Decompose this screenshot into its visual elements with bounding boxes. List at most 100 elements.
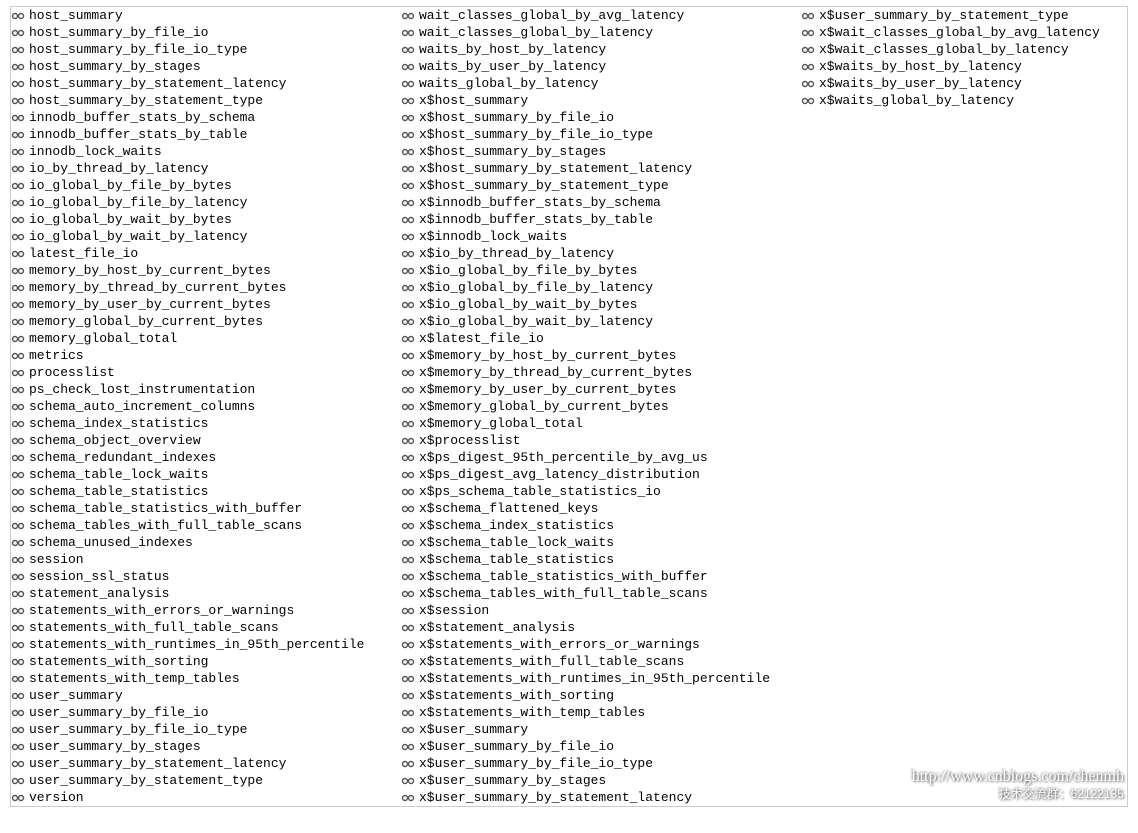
view-item[interactable]: statements_with_full_table_scans <box>11 619 393 636</box>
view-item[interactable]: x$statement_analysis <box>401 619 793 636</box>
view-item[interactable]: memory_by_host_by_current_bytes <box>11 262 393 279</box>
view-item[interactable]: user_summary_by_file_io <box>11 704 393 721</box>
view-item[interactable]: x$statements_with_runtimes_in_95th_perce… <box>401 670 793 687</box>
view-item[interactable]: memory_global_total <box>11 330 393 347</box>
view-item[interactable]: x$ps_digest_avg_latency_distribution <box>401 466 793 483</box>
view-item[interactable]: schema_redundant_indexes <box>11 449 393 466</box>
view-item[interactable]: x$statements_with_full_table_scans <box>401 653 793 670</box>
view-item[interactable]: x$statements_with_sorting <box>401 687 793 704</box>
view-item[interactable]: waits_global_by_latency <box>401 75 793 92</box>
view-item[interactable]: io_global_by_file_by_latency <box>11 194 393 211</box>
view-item[interactable]: x$host_summary_by_statement_latency <box>401 160 793 177</box>
view-item[interactable]: session_ssl_status <box>11 568 393 585</box>
view-item[interactable]: version <box>11 789 393 806</box>
view-item[interactable]: x$wait_classes_global_by_latency <box>801 41 1113 58</box>
view-item[interactable]: statements_with_runtimes_in_95th_percent… <box>11 636 393 653</box>
view-item[interactable]: host_summary_by_file_io_type <box>11 41 393 58</box>
view-item[interactable]: schema_table_statistics_with_buffer <box>11 500 393 517</box>
view-item[interactable]: x$session <box>401 602 793 619</box>
view-item[interactable]: innodb_buffer_stats_by_table <box>11 126 393 143</box>
view-item[interactable]: ps_check_lost_instrumentation <box>11 381 393 398</box>
view-item[interactable]: schema_auto_increment_columns <box>11 398 393 415</box>
view-item[interactable]: wait_classes_global_by_latency <box>401 24 793 41</box>
view-item[interactable]: x$schema_table_statistics_with_buffer <box>401 568 793 585</box>
view-item[interactable]: user_summary_by_statement_latency <box>11 755 393 772</box>
view-item[interactable]: innodb_lock_waits <box>11 143 393 160</box>
view-item[interactable]: x$host_summary_by_file_io <box>401 109 793 126</box>
view-item[interactable]: x$io_global_by_wait_by_bytes <box>401 296 793 313</box>
view-item[interactable]: schema_unused_indexes <box>11 534 393 551</box>
view-item[interactable]: schema_table_lock_waits <box>11 466 393 483</box>
view-item[interactable]: x$memory_by_host_by_current_bytes <box>401 347 793 364</box>
view-item[interactable]: x$innodb_lock_waits <box>401 228 793 245</box>
view-item[interactable]: x$schema_index_statistics <box>401 517 793 534</box>
view-item[interactable]: metrics <box>11 347 393 364</box>
view-item[interactable]: x$innodb_buffer_stats_by_schema <box>401 194 793 211</box>
view-item[interactable]: memory_global_by_current_bytes <box>11 313 393 330</box>
view-item[interactable]: x$wait_classes_global_by_avg_latency <box>801 24 1113 41</box>
view-item[interactable]: session <box>11 551 393 568</box>
view-item[interactable]: x$host_summary <box>401 92 793 109</box>
view-item[interactable]: io_global_by_file_by_bytes <box>11 177 393 194</box>
view-item[interactable]: x$user_summary <box>401 721 793 738</box>
view-item[interactable]: x$user_summary_by_file_io_type <box>401 755 793 772</box>
view-item[interactable]: x$io_global_by_wait_by_latency <box>401 313 793 330</box>
view-item[interactable]: user_summary_by_stages <box>11 738 393 755</box>
view-item[interactable]: io_global_by_wait_by_bytes <box>11 211 393 228</box>
view-item[interactable]: x$waits_global_by_latency <box>801 92 1113 109</box>
view-item[interactable]: x$waits_by_host_by_latency <box>801 58 1113 75</box>
view-item[interactable]: waits_by_host_by_latency <box>401 41 793 58</box>
view-item[interactable]: statements_with_temp_tables <box>11 670 393 687</box>
view-item[interactable]: x$memory_global_total <box>401 415 793 432</box>
view-item[interactable]: memory_by_user_by_current_bytes <box>11 296 393 313</box>
view-item[interactable]: x$schema_tables_with_full_table_scans <box>401 585 793 602</box>
view-item[interactable]: host_summary_by_stages <box>11 58 393 75</box>
view-item[interactable]: latest_file_io <box>11 245 393 262</box>
view-item[interactable]: statements_with_sorting <box>11 653 393 670</box>
view-item[interactable]: innodb_buffer_stats_by_schema <box>11 109 393 126</box>
view-item[interactable]: x$host_summary_by_statement_type <box>401 177 793 194</box>
view-item[interactable]: x$user_summary_by_file_io <box>401 738 793 755</box>
view-item[interactable]: x$memory_by_thread_by_current_bytes <box>401 364 793 381</box>
view-item[interactable]: x$schema_table_statistics <box>401 551 793 568</box>
view-item[interactable]: x$processlist <box>401 432 793 449</box>
view-item[interactable]: schema_index_statistics <box>11 415 393 432</box>
view-item[interactable]: io_by_thread_by_latency <box>11 160 393 177</box>
view-item[interactable]: host_summary_by_file_io <box>11 24 393 41</box>
view-item[interactable]: host_summary_by_statement_latency <box>11 75 393 92</box>
view-item[interactable]: x$ps_digest_95th_percentile_by_avg_us <box>401 449 793 466</box>
view-item[interactable]: x$memory_by_user_by_current_bytes <box>401 381 793 398</box>
view-item[interactable]: x$io_global_by_file_by_latency <box>401 279 793 296</box>
view-item[interactable]: x$waits_by_user_by_latency <box>801 75 1113 92</box>
view-item[interactable]: schema_tables_with_full_table_scans <box>11 517 393 534</box>
view-item[interactable]: x$host_summary_by_stages <box>401 143 793 160</box>
view-item[interactable]: x$statements_with_temp_tables <box>401 704 793 721</box>
view-item[interactable]: user_summary_by_statement_type <box>11 772 393 789</box>
view-item[interactable]: wait_classes_global_by_avg_latency <box>401 7 793 24</box>
view-item[interactable]: waits_by_user_by_latency <box>401 58 793 75</box>
view-item[interactable]: x$host_summary_by_file_io_type <box>401 126 793 143</box>
view-item[interactable]: x$io_by_thread_by_latency <box>401 245 793 262</box>
view-item[interactable]: x$schema_flattened_keys <box>401 500 793 517</box>
view-item[interactable]: x$latest_file_io <box>401 330 793 347</box>
view-item[interactable]: x$io_global_by_file_by_bytes <box>401 262 793 279</box>
view-item[interactable]: user_summary_by_file_io_type <box>11 721 393 738</box>
view-item[interactable]: schema_table_statistics <box>11 483 393 500</box>
view-item[interactable]: statement_analysis <box>11 585 393 602</box>
view-item[interactable]: x$schema_table_lock_waits <box>401 534 793 551</box>
view-item[interactable]: x$ps_schema_table_statistics_io <box>401 483 793 500</box>
view-item[interactable]: user_summary <box>11 687 393 704</box>
view-item[interactable]: host_summary <box>11 7 393 24</box>
view-item[interactable]: x$user_summary_by_stages <box>401 772 793 789</box>
view-item[interactable]: memory_by_thread_by_current_bytes <box>11 279 393 296</box>
view-item[interactable]: processlist <box>11 364 393 381</box>
view-item[interactable]: x$user_summary_by_statement_type <box>801 7 1113 24</box>
view-item[interactable]: x$user_summary_by_statement_latency <box>401 789 793 806</box>
view-item[interactable]: statements_with_errors_or_warnings <box>11 602 393 619</box>
view-item[interactable]: x$memory_global_by_current_bytes <box>401 398 793 415</box>
view-item[interactable]: io_global_by_wait_by_latency <box>11 228 393 245</box>
view-item[interactable]: schema_object_overview <box>11 432 393 449</box>
view-item[interactable]: x$statements_with_errors_or_warnings <box>401 636 793 653</box>
view-item[interactable]: x$innodb_buffer_stats_by_table <box>401 211 793 228</box>
view-item[interactable]: host_summary_by_statement_type <box>11 92 393 109</box>
